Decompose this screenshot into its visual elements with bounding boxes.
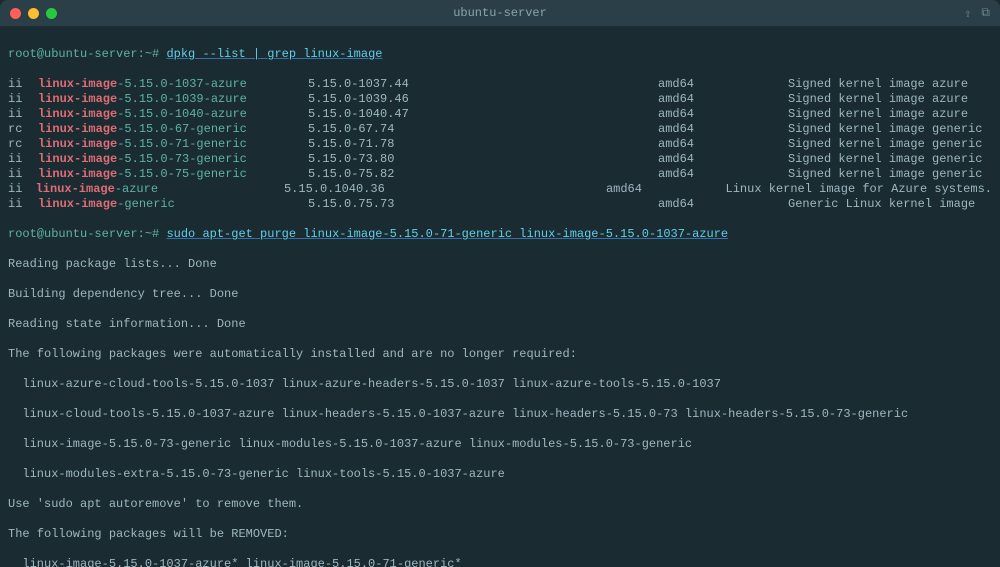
pkg-arch: amd64 xyxy=(658,92,788,107)
maximize-button[interactable] xyxy=(46,8,57,19)
pkg-arch: amd64 xyxy=(658,107,788,122)
output-line: Building dependency tree... Done xyxy=(8,287,992,302)
pkg-desc: Signed kernel image azure xyxy=(788,77,992,92)
pkg-desc: Signed kernel image generic xyxy=(788,122,992,137)
prompt: root@ubuntu-server:~# xyxy=(8,47,159,61)
output-line: linux-image-5.15.0-1037-azure* linux-ima… xyxy=(8,557,992,567)
window-title: ubuntu-server xyxy=(453,6,547,20)
pkg-arch: amd64 xyxy=(658,197,788,212)
pkg-version: 5.15.0-75.82 xyxy=(308,167,658,182)
pkg-arch: amd64 xyxy=(606,182,726,197)
pkg-name: linux-image-generic xyxy=(38,197,308,212)
pkg-name: linux-image-5.15.0-73-generic xyxy=(38,152,308,167)
output-line: The following packages will be REMOVED: xyxy=(8,527,992,542)
pkg-version: 5.15.0-1040.47 xyxy=(308,107,658,122)
pkg-desc: Linux kernel image for Azure systems. xyxy=(726,182,992,197)
pkg-arch: amd64 xyxy=(658,122,788,137)
package-row: iilinux-image-5.15.0-75-generic5.15.0-75… xyxy=(8,167,992,182)
pkg-status: ii xyxy=(8,167,38,182)
pkg-arch: amd64 xyxy=(658,137,788,152)
titlebar: ubuntu-server ⇪ ⧉ xyxy=(0,0,1000,26)
package-row: iilinux-image-5.15.0-1040-azure5.15.0-10… xyxy=(8,107,992,122)
copy-icon[interactable]: ⧉ xyxy=(981,6,990,21)
pkg-name: linux-image-5.15.0-75-generic xyxy=(38,167,308,182)
pkg-status: ii xyxy=(8,197,38,212)
minimize-button[interactable] xyxy=(28,8,39,19)
output-line: linux-modules-extra-5.15.0-73-generic li… xyxy=(8,467,992,482)
pkg-version: 5.15.0-73.80 xyxy=(308,152,658,167)
pkg-version: 5.15.0-1037.44 xyxy=(308,77,658,92)
pkg-name: linux-image-5.15.0-1039-azure xyxy=(38,92,308,107)
package-row: iilinux-image-generic5.15.0.75.73amd64Ge… xyxy=(8,197,992,212)
pkg-status: ii xyxy=(8,77,38,92)
output-line: Use 'sudo apt autoremove' to remove them… xyxy=(8,497,992,512)
command-1: dpkg --list | grep linux-image xyxy=(166,47,382,61)
output-line: Reading package lists... Done xyxy=(8,257,992,272)
pkg-name: linux-image-5.15.0-67-generic xyxy=(38,122,308,137)
pkg-desc: Generic Linux kernel image xyxy=(788,197,992,212)
package-row: rclinux-image-5.15.0-71-generic5.15.0-71… xyxy=(8,137,992,152)
terminal-content[interactable]: root@ubuntu-server:~# dpkg --list | grep… xyxy=(0,26,1000,567)
prompt-line-2: root@ubuntu-server:~# sudo apt-get purge… xyxy=(8,227,992,242)
pkg-desc: Signed kernel image azure xyxy=(788,92,992,107)
pkg-arch: amd64 xyxy=(658,152,788,167)
pkg-status: rc xyxy=(8,122,38,137)
pkg-desc: Signed kernel image generic xyxy=(788,137,992,152)
share-icon[interactable]: ⇪ xyxy=(964,6,971,21)
pkg-status: ii xyxy=(8,92,38,107)
pkg-name: linux-image-5.15.0-1037-azure xyxy=(38,77,308,92)
package-row: iilinux-image-azure5.15.0.1040.36amd64Li… xyxy=(8,182,992,197)
terminal-window: ubuntu-server ⇪ ⧉ root@ubuntu-server:~# … xyxy=(0,0,1000,567)
package-row: iilinux-image-5.15.0-73-generic5.15.0-73… xyxy=(8,152,992,167)
pkg-arch: amd64 xyxy=(658,77,788,92)
pkg-arch: amd64 xyxy=(658,167,788,182)
command-2: sudo apt-get purge linux-image-5.15.0-71… xyxy=(166,227,728,241)
close-button[interactable] xyxy=(10,8,21,19)
pkg-version: 5.15.0.1040.36 xyxy=(284,182,606,197)
pkg-status: rc xyxy=(8,137,38,152)
pkg-status: ii xyxy=(8,107,38,122)
output-line: linux-image-5.15.0-73-generic linux-modu… xyxy=(8,437,992,452)
pkg-desc: Signed kernel image generic xyxy=(788,152,992,167)
package-row: rclinux-image-5.15.0-67-generic5.15.0-67… xyxy=(8,122,992,137)
pkg-status: ii xyxy=(8,182,36,197)
package-row: iilinux-image-5.15.0-1037-azure5.15.0-10… xyxy=(8,77,992,92)
pkg-status: ii xyxy=(8,152,38,167)
output-line: linux-azure-cloud-tools-5.15.0-1037 linu… xyxy=(8,377,992,392)
traffic-lights xyxy=(10,8,57,19)
pkg-desc: Signed kernel image azure xyxy=(788,107,992,122)
prompt-line: root@ubuntu-server:~# dpkg --list | grep… xyxy=(8,47,992,62)
pkg-version: 5.15.0.75.73 xyxy=(308,197,658,212)
output-line: linux-cloud-tools-5.15.0-1037-azure linu… xyxy=(8,407,992,422)
output-line: Reading state information... Done xyxy=(8,317,992,332)
package-row: iilinux-image-5.15.0-1039-azure5.15.0-10… xyxy=(8,92,992,107)
pkg-desc: Signed kernel image generic xyxy=(788,167,992,182)
toolbar-right: ⇪ ⧉ xyxy=(964,6,990,21)
pkg-version: 5.15.0-1039.46 xyxy=(308,92,658,107)
pkg-name: linux-image-5.15.0-71-generic xyxy=(38,137,308,152)
pkg-version: 5.15.0-67.74 xyxy=(308,122,658,137)
prompt: root@ubuntu-server:~# xyxy=(8,227,159,241)
pkg-name: linux-image-azure xyxy=(36,182,284,197)
pkg-version: 5.15.0-71.78 xyxy=(308,137,658,152)
output-line: The following packages were automaticall… xyxy=(8,347,992,362)
pkg-name: linux-image-5.15.0-1040-azure xyxy=(38,107,308,122)
